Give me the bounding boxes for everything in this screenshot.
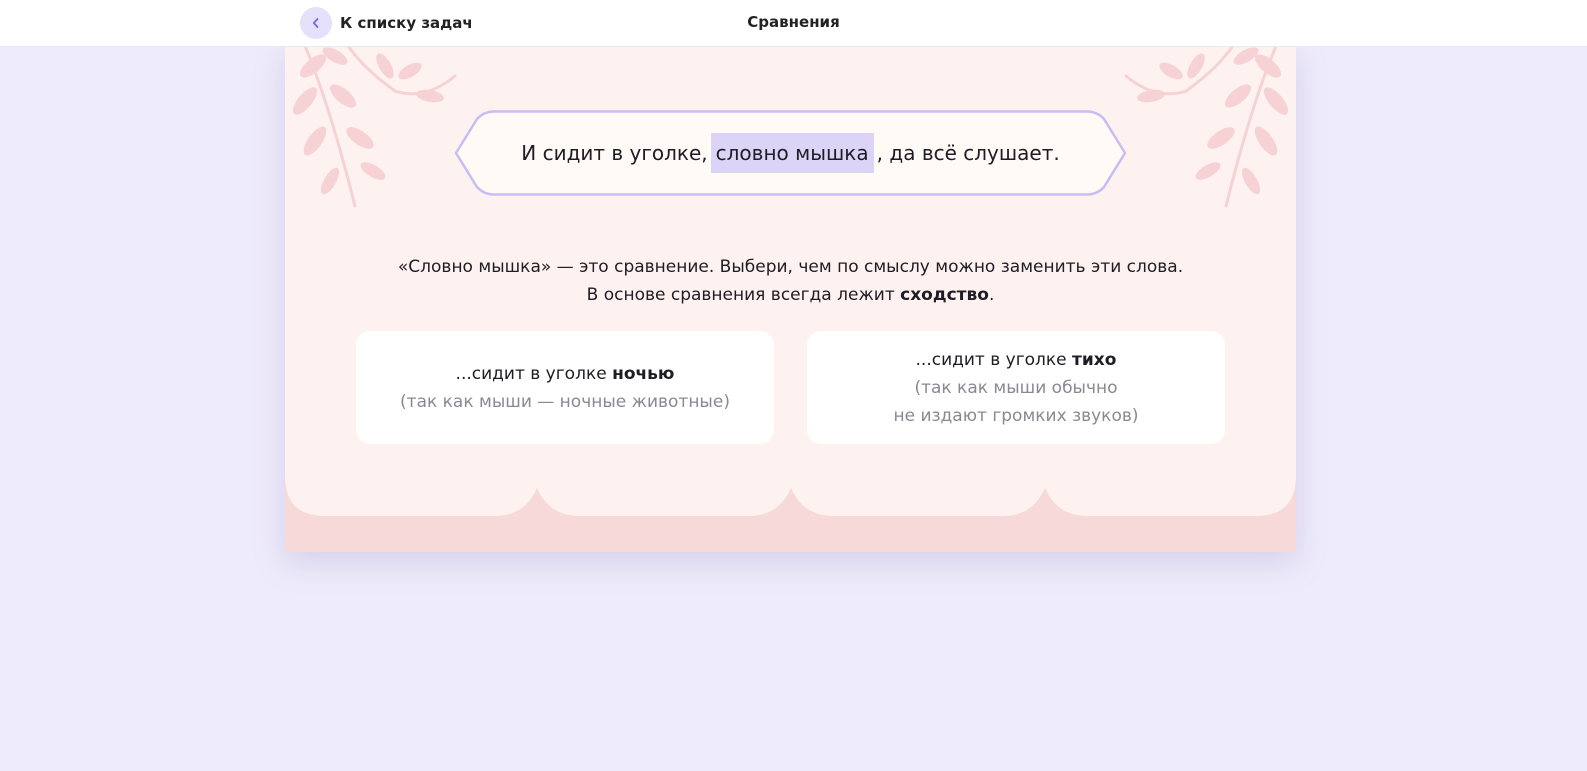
answer-option-1[interactable]: ...сидит в уголке ночью (так как мыши — … xyxy=(356,331,774,444)
option-1-explanation: (так как мыши — ночные животные) xyxy=(400,391,730,412)
sentence-before: И сидит в уголке, xyxy=(521,141,708,165)
instruction-line-2-suffix: . xyxy=(988,285,995,305)
option-2-text: ...сидит в уголке тихо xyxy=(916,346,1117,374)
highlighted-comparison: словно мышка xyxy=(710,133,874,173)
option-1-prefix: ...сидит в уголке xyxy=(455,363,607,384)
leaf-decor-right xyxy=(1124,46,1289,208)
sentence-text: И сидит в уголке, словно мышка , да всё … xyxy=(454,110,1127,196)
option-1-keyword: ночью xyxy=(612,363,675,384)
answer-option-2[interactable]: ...сидит в уголке тихо (так как мыши обы… xyxy=(807,331,1225,444)
task-card: И сидит в уголке, словно мышка , да всё … xyxy=(285,46,1296,552)
option-1-text: ...сидит в уголке ночью xyxy=(456,360,675,388)
task-instructions: «Словно мышка» — это сравнение. Выбери, … xyxy=(285,253,1296,309)
option-2-explanation-line-2: не издают громких звуков) xyxy=(893,405,1139,426)
sentence-banner: И сидит в уголке, словно мышка , да всё … xyxy=(454,110,1127,196)
option-2-keyword: тихо xyxy=(1072,349,1117,370)
instruction-line-2: В основе сравнения всегда лежит сходство… xyxy=(285,281,1296,309)
leaf-decor-left xyxy=(292,46,457,208)
option-2-prefix: ...сидит в уголке xyxy=(915,349,1067,370)
instruction-line-2-prefix: В основе сравнения всегда лежит xyxy=(586,285,895,305)
top-bar: К списку задач Сравнения xyxy=(0,0,1587,47)
sentence-after: , да всё слушает. xyxy=(876,141,1060,165)
page-title: Сравнения xyxy=(747,13,840,31)
instruction-line-1: «Словно мышка» — это сравнение. Выбери, … xyxy=(397,257,1184,277)
option-2-explanation-line-1: (так как мыши обычно xyxy=(914,377,1118,398)
instruction-keyword: сходство xyxy=(900,285,989,305)
